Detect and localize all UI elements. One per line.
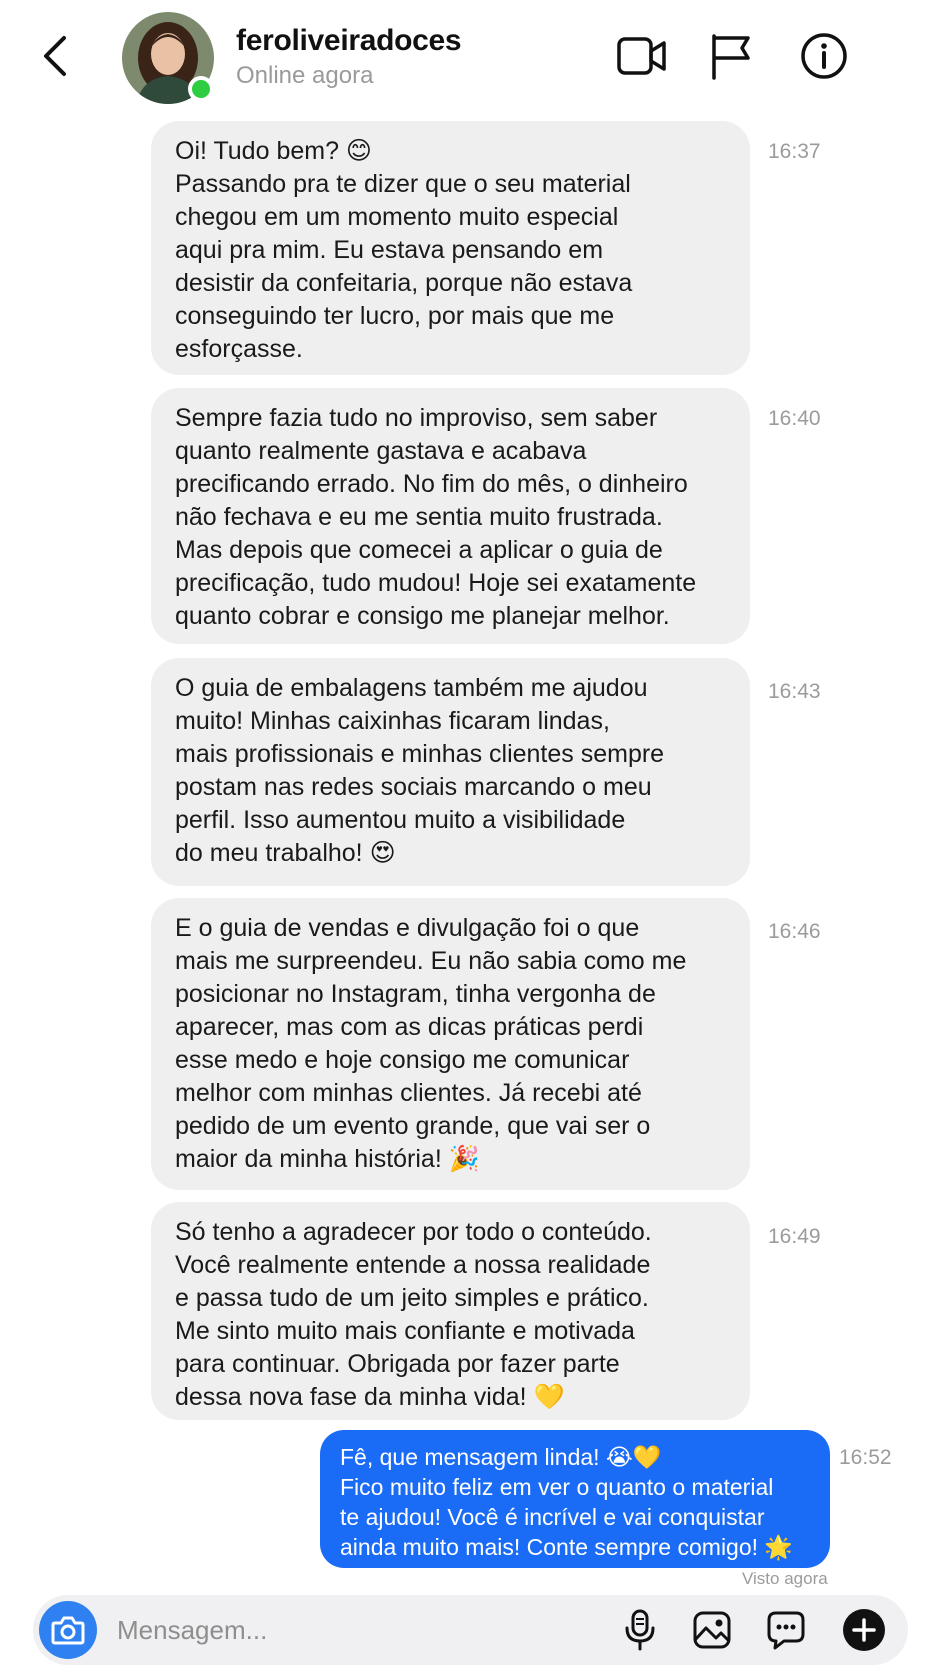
message-bubble-incoming[interactable]: E o guia de vendas e divulgação foi o qu… <box>151 898 750 1190</box>
image-icon <box>693 1611 731 1649</box>
chat-username[interactable]: feroliveiradoces <box>236 24 462 58</box>
back-button[interactable] <box>34 28 74 84</box>
message-bubble-incoming[interactable]: Só tenho a agradecer por todo o conteúdo… <box>151 1202 750 1420</box>
camera-button[interactable] <box>39 1601 97 1659</box>
message-composer <box>33 1595 908 1665</box>
message-timestamp: 16:49 <box>768 1225 821 1248</box>
flag-icon <box>712 34 750 80</box>
online-indicator <box>188 76 214 102</box>
avatar[interactable] <box>122 12 214 104</box>
message-timestamp: 16:46 <box>768 920 821 943</box>
seen-indicator: Visto agora <box>742 1569 828 1588</box>
gallery-button[interactable] <box>687 1605 737 1655</box>
message-timestamp: 16:37 <box>768 140 821 163</box>
video-camera-icon <box>617 37 666 75</box>
chevron-left-icon <box>44 36 66 76</box>
message-input[interactable] <box>117 1607 557 1653</box>
info-button[interactable] <box>796 30 852 82</box>
camera-icon <box>51 1616 85 1645</box>
message-bubble-outgoing[interactable]: Fê, que mensagem linda! 😭💛 Fico muito fe… <box>320 1430 830 1568</box>
chat-bubble-icon <box>767 1611 805 1650</box>
microphone-icon <box>625 1609 655 1651</box>
message-timestamp: 16:43 <box>768 680 821 703</box>
message-bubble-incoming[interactable]: Sempre fazia tudo no improviso, sem sabe… <box>151 388 750 644</box>
message-timestamp: 16:52 <box>839 1446 892 1469</box>
info-icon <box>801 33 847 79</box>
message-bubble-incoming[interactable]: Oi! Tudo bem? 😊 Passando pra te dizer qu… <box>151 121 750 375</box>
microphone-button[interactable] <box>615 1605 665 1655</box>
report-button[interactable] <box>702 30 758 82</box>
sticker-button[interactable] <box>761 1605 811 1655</box>
online-status: Online agora <box>236 62 374 89</box>
video-call-button[interactable] <box>614 30 670 82</box>
plus-icon <box>843 1609 885 1651</box>
message-timestamp: 16:40 <box>768 407 821 430</box>
message-bubble-incoming[interactable]: O guia de embalagens também me ajudou mu… <box>151 658 750 886</box>
add-button[interactable] <box>839 1605 889 1655</box>
chat-header: feroliveiradoces Online agora <box>0 0 941 112</box>
